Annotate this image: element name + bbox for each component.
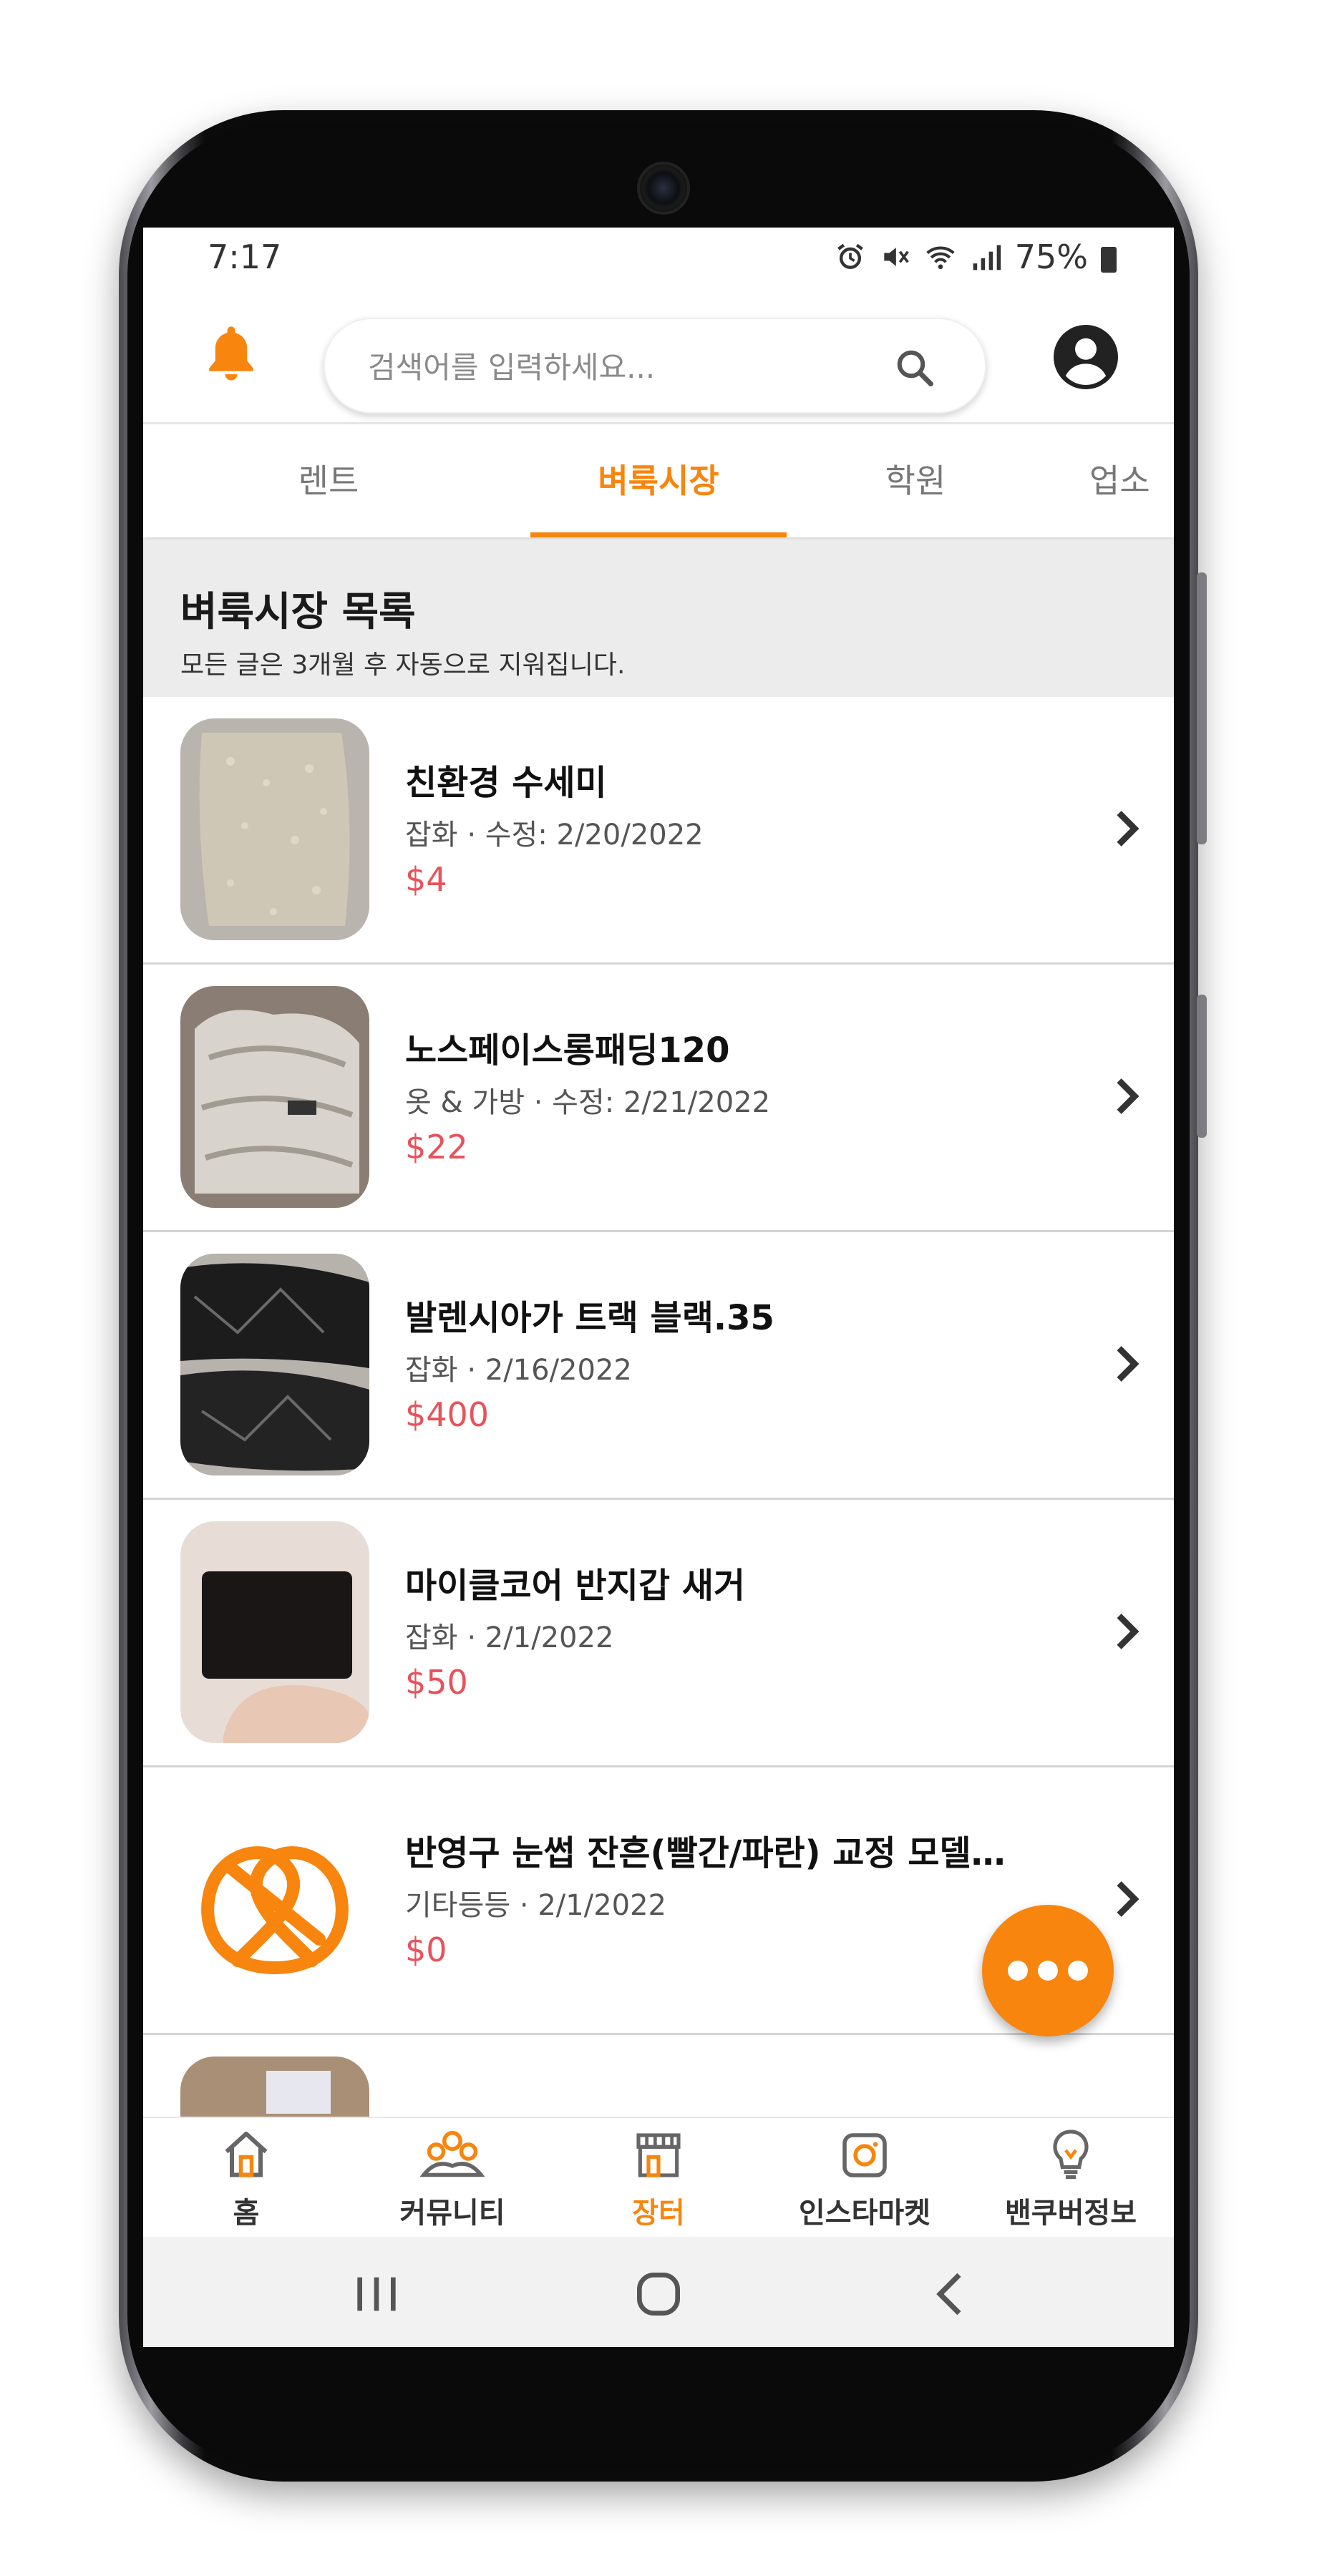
- chevron-right-icon: [1117, 1346, 1139, 1382]
- mute-icon: [884, 248, 909, 266]
- item-price: $400: [405, 1395, 490, 1434]
- nav-label: 홈: [233, 2197, 260, 2230]
- chevron-right-icon: [1117, 1881, 1139, 1917]
- item-title: 발렌시아가 트랙 블랙.35: [405, 1298, 774, 1338]
- nav-community[interactable]: 커뮤니티: [349, 2118, 555, 2238]
- volume-button: [1197, 572, 1207, 844]
- power-button: [1197, 995, 1207, 1138]
- nav-label: 커뮤니티: [399, 2197, 505, 2230]
- battery-icon: [1101, 247, 1117, 273]
- screen: 7:17 75% 인 렌트: [143, 228, 1174, 2347]
- system-navigation-bar: [143, 2237, 1174, 2347]
- item-title: 마이클코어 반지갑 새거: [405, 1566, 746, 1606]
- status-bar: 7:17 75%: [143, 228, 1174, 285]
- search-bar[interactable]: [324, 318, 986, 414]
- dot-icon: [1068, 1961, 1088, 1981]
- item-title: 반영구 눈썹 잔흔(빨간/파란) 교정 모델…: [405, 1833, 1006, 1873]
- section-subtitle: 모든 글은 3개월 후 자동으로 지워집니다.: [180, 650, 626, 680]
- status-time: 7:17: [208, 238, 282, 276]
- bottom-navigation: 홈 커뮤니티 장터 인스타마켓 밴쿠버정보: [143, 2117, 1174, 2238]
- nav-home[interactable]: 홈: [143, 2118, 349, 2238]
- search-input[interactable]: [366, 339, 870, 395]
- pretzel-logo-icon: [180, 1789, 369, 2011]
- item-title: 친환경 수세미: [405, 763, 607, 803]
- nav-label: 장터: [632, 2197, 685, 2230]
- nav-market[interactable]: 장터: [555, 2118, 762, 2238]
- chevron-right-icon: [1117, 1614, 1139, 1649]
- chevron-right-icon: [1117, 1078, 1139, 1114]
- list-item[interactable]: 친환경 수세미 잡화 · 수정: 2/20/2022 $4: [143, 697, 1174, 965]
- item-price: $0: [405, 1931, 447, 1969]
- list-item[interactable]: 발렌시아가 트랙 블랙.35 잡화 · 2/16/2022 $400: [143, 1232, 1174, 1500]
- insta-icon: [842, 2133, 887, 2177]
- item-price: $22: [405, 1128, 468, 1166]
- tab-rent[interactable]: 렌트: [200, 424, 457, 537]
- item-title: 노스페이스롱패딩120: [405, 1030, 730, 1070]
- nav-label: 인스타마켓: [799, 2197, 930, 2230]
- search-icon[interactable]: [893, 346, 936, 389]
- account-icon[interactable]: [1054, 325, 1118, 389]
- back-icon[interactable]: [923, 2265, 981, 2323]
- dot-icon: [1038, 1961, 1058, 1981]
- alarm-icon: [837, 243, 863, 269]
- list-item[interactable]: 노스페이스롱패딩120 옷 & 가방 · 수정: 2/21/2022 $22: [143, 965, 1174, 1232]
- lightbulb-icon: [1053, 2129, 1089, 2180]
- signal-icon: [973, 245, 1001, 270]
- home-icon: [225, 2132, 268, 2177]
- nav-vancouver-info[interactable]: 밴쿠버정보: [968, 2118, 1174, 2238]
- item-meta: 잡화 · 2/16/2022: [405, 1354, 632, 1387]
- status-icons: 75%: [835, 238, 1117, 276]
- tab-partial-left[interactable]: 인: [143, 424, 200, 537]
- item-price: $50: [405, 1663, 468, 1702]
- app-bar: [143, 285, 1174, 424]
- more-options-button[interactable]: [982, 1905, 1114, 2036]
- front-camera: [637, 162, 690, 215]
- item-thumbnail: [180, 986, 369, 1208]
- tab-academy[interactable]: 학원: [787, 424, 1044, 537]
- tab-flea-market[interactable]: 벼룩시장: [530, 424, 787, 537]
- item-price: $4: [405, 860, 447, 899]
- wifi-icon: [926, 246, 955, 270]
- recent-apps-icon[interactable]: [348, 2265, 405, 2323]
- bell-icon[interactable]: [202, 321, 261, 386]
- item-thumbnail: [180, 718, 369, 940]
- item-meta: 잡화 · 수정: 2/20/2022: [405, 819, 704, 852]
- section-header: 벼룩시장 목록 모든 글은 3개월 후 자동으로 지워집니다.: [143, 540, 1174, 697]
- section-title: 벼룩시장 목록: [180, 589, 416, 635]
- item-meta: 옷 & 가방 · 수정: 2/21/2022: [405, 1086, 771, 1119]
- item-meta: 기타등등 · 2/1/2022: [405, 1889, 666, 1922]
- store-icon: [636, 2133, 681, 2177]
- chevron-right-icon: [1117, 811, 1139, 847]
- nav-label: 밴쿠버정보: [1005, 2197, 1137, 2230]
- item-meta: 잡화 · 2/1/2022: [405, 1621, 614, 1654]
- list-item[interactable]: 마이클코어 반지갑 새거 잡화 · 2/1/2022 $50: [143, 1500, 1174, 1767]
- tab-business[interactable]: 업소: [1089, 424, 1174, 537]
- dot-icon: [1008, 1961, 1028, 1981]
- category-tabs: 인 렌트 벼룩시장 학원 업소: [143, 424, 1174, 537]
- battery-percent: 75%: [1014, 238, 1088, 276]
- community-icon: [420, 2131, 485, 2177]
- home-circle-icon[interactable]: [630, 2265, 687, 2323]
- item-thumbnail: [180, 1521, 369, 1743]
- nav-insta-market[interactable]: 인스타마켓: [762, 2118, 968, 2238]
- item-thumbnail: [180, 1254, 369, 1475]
